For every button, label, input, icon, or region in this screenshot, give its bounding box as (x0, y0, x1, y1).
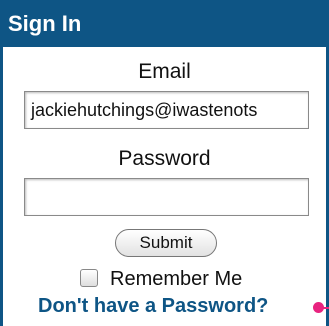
pointer-bullet-icon (313, 302, 329, 313)
password-label: Password (118, 147, 211, 170)
sign-in-header: Sign In (0, 0, 329, 47)
no-password-link[interactable]: Don't have a Password? (38, 293, 268, 319)
email-label: Email (138, 60, 191, 83)
submit-button[interactable]: Submit (115, 229, 217, 257)
password-field[interactable] (24, 178, 309, 216)
email-field[interactable]: jackiehutchings@iwastenots (24, 91, 309, 129)
remember-me-row[interactable]: Remember Me (80, 266, 242, 292)
remember-me-checkbox[interactable] (80, 268, 98, 287)
remember-me-label: Remember Me (110, 268, 243, 290)
